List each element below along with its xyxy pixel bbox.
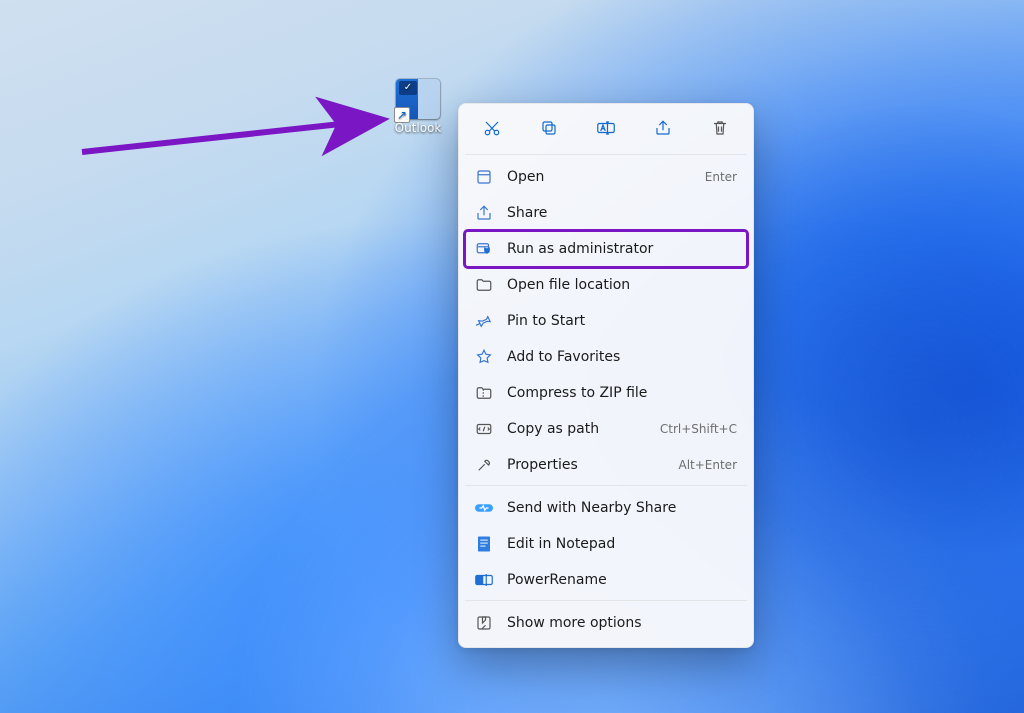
menu-item-open-file-location[interactable]: Open file location [465, 267, 747, 303]
zip-icon [475, 384, 493, 402]
notepad-icon [475, 535, 493, 553]
context-menu: Open Enter Share Run as administrator Op… [458, 103, 754, 648]
rename2-icon [475, 571, 493, 589]
menu-item-shortcut: Ctrl+Shift+C [660, 422, 737, 436]
delete-button[interactable] [697, 112, 743, 144]
share-icon [475, 204, 493, 222]
desktop-shortcut-outlook[interactable]: ↗ Outlook [388, 79, 448, 135]
menu-item-label: Send with Nearby Share [507, 500, 737, 516]
menu-item-compress-to-zip[interactable]: Compress to ZIP file [465, 375, 747, 411]
menu-item-label: Share [507, 205, 737, 221]
menu-item-open[interactable]: Open Enter [465, 159, 747, 195]
menu-item-label: PowerRename [507, 572, 737, 588]
nearby-icon [475, 499, 493, 517]
menu-item-show-more-options[interactable]: Show more options [465, 605, 747, 641]
menu-item-label: Open [507, 169, 691, 185]
rename-button[interactable] [583, 112, 629, 144]
menu-separator [465, 600, 747, 601]
menu-item-properties[interactable]: Properties Alt+Enter [465, 447, 747, 483]
menu-separator [465, 154, 747, 155]
wrench-icon [475, 456, 493, 474]
menu-item-copy-as-path[interactable]: Copy as path Ctrl+Shift+C [465, 411, 747, 447]
menu-item-add-to-favorites[interactable]: Add to Favorites [465, 339, 747, 375]
open-icon [475, 168, 493, 186]
menu-item-label: Open file location [507, 277, 737, 293]
menu-item-shortcut: Enter [705, 170, 737, 184]
menu-item-label: Run as administrator [507, 241, 737, 257]
menu-item-run-as-administrator[interactable]: Run as administrator [465, 231, 747, 267]
pin-icon [475, 312, 493, 330]
share-button[interactable] [640, 112, 686, 144]
menu-item-label: Properties [507, 457, 664, 473]
copy-button[interactable] [526, 112, 572, 144]
menu-item-powerrename[interactable]: PowerRename [465, 562, 747, 598]
shortcut-arrow-icon: ↗ [394, 107, 410, 123]
star-icon [475, 348, 493, 366]
menu-item-share[interactable]: Share [465, 195, 747, 231]
menu-item-shortcut: Alt+Enter [678, 458, 737, 472]
context-menu-toolbar [465, 110, 747, 152]
menu-item-label: Compress to ZIP file [507, 385, 737, 401]
menu-item-label: Edit in Notepad [507, 536, 737, 552]
cut-button[interactable] [469, 112, 515, 144]
menu-item-label: Pin to Start [507, 313, 737, 329]
menu-item-edit-in-notepad[interactable]: Edit in Notepad [465, 526, 747, 562]
menu-item-send-nearby-share[interactable]: Send with Nearby Share [465, 490, 747, 526]
shield-icon [475, 240, 493, 258]
more-icon [475, 614, 493, 632]
shortcut-label: Outlook [388, 121, 448, 135]
menu-item-label: Show more options [507, 615, 737, 631]
menu-separator [465, 485, 747, 486]
menu-item-label: Copy as path [507, 421, 646, 437]
menu-item-label: Add to Favorites [507, 349, 737, 365]
copypath-icon [475, 420, 493, 438]
folder-icon [475, 276, 493, 294]
menu-item-pin-to-start[interactable]: Pin to Start [465, 303, 747, 339]
